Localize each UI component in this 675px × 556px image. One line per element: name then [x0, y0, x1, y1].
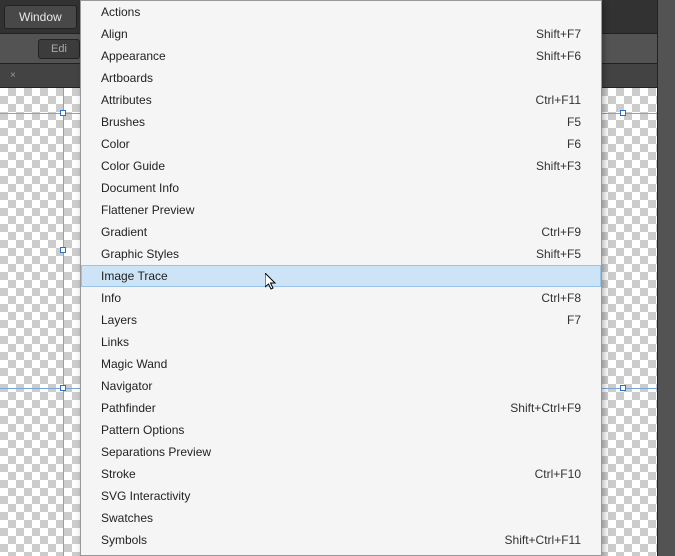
menu-item-shortcut: Shift+F5: [536, 247, 581, 261]
menu-item-pattern-options[interactable]: Pattern Options: [81, 419, 601, 441]
menu-item-pathfinder[interactable]: Pathfinder Shift+Ctrl+F9: [81, 397, 601, 419]
menu-item-label: Info: [101, 291, 121, 305]
menu-item-label: Gradient: [101, 225, 147, 239]
menu-item-svg-interactivity[interactable]: SVG Interactivity: [81, 485, 601, 507]
menu-item-color-guide[interactable]: Color Guide Shift+F3: [81, 155, 601, 177]
menu-item-attributes[interactable]: Attributes Ctrl+F11: [81, 89, 601, 111]
menu-item-shortcut: Ctrl+F10: [535, 467, 581, 481]
menu-item-label: Image Trace: [101, 269, 168, 283]
menu-item-actions[interactable]: Actions: [81, 1, 601, 23]
menu-item-label: SVG Interactivity: [101, 489, 190, 503]
menu-item-label: Symbols: [101, 533, 147, 547]
close-icon[interactable]: ×: [10, 70, 16, 81]
menu-item-label: Attributes: [101, 93, 152, 107]
menu-item-label: Flattener Preview: [101, 203, 194, 217]
menu-item-label: Stroke: [101, 467, 136, 481]
menu-item-shortcut: Shift+Ctrl+F9: [510, 401, 581, 415]
menu-item-label: Navigator: [101, 379, 152, 393]
menu-item-label: Layers: [101, 313, 137, 327]
menu-item-document-info[interactable]: Document Info: [81, 177, 601, 199]
menu-item-shortcut: Ctrl+F11: [536, 93, 581, 107]
menu-item-label: Magic Wand: [101, 357, 167, 371]
menu-item-shortcut: F5: [567, 115, 581, 129]
menu-item-magic-wand[interactable]: Magic Wand: [81, 353, 601, 375]
menu-item-shortcut: Shift+Ctrl+F11: [505, 533, 581, 547]
menu-item-stroke[interactable]: Stroke Ctrl+F10: [81, 463, 601, 485]
window-menu-button[interactable]: Window: [4, 5, 77, 29]
menu-item-shortcut: Shift+F7: [536, 27, 581, 41]
menu-item-label: Color: [101, 137, 130, 151]
menu-item-color[interactable]: Color F6: [81, 133, 601, 155]
menu-item-gradient[interactable]: Gradient Ctrl+F9: [81, 221, 601, 243]
menu-item-artboards[interactable]: Artboards: [81, 67, 601, 89]
edit-button[interactable]: Edi: [38, 39, 80, 59]
menu-item-label: Graphic Styles: [101, 247, 179, 261]
menu-item-label: Align: [101, 27, 128, 41]
menu-item-image-trace[interactable]: Image Trace: [81, 265, 601, 287]
menu-item-label: Appearance: [101, 49, 166, 63]
menu-item-shortcut: Shift+F6: [536, 49, 581, 63]
menu-item-label: Artboards: [101, 71, 153, 85]
menu-item-shortcut: F7: [567, 313, 581, 327]
menu-item-brushes[interactable]: Brushes F5: [81, 111, 601, 133]
menu-item-shortcut: Ctrl+F8: [541, 291, 581, 305]
right-panel-strip: [657, 0, 675, 556]
menu-item-shortcut: Ctrl+F9: [541, 225, 581, 239]
menu-item-label: Separations Preview: [101, 445, 211, 459]
menu-item-label: Links: [101, 335, 129, 349]
menu-item-separations-preview[interactable]: Separations Preview: [81, 441, 601, 463]
menu-item-navigator[interactable]: Navigator: [81, 375, 601, 397]
menu-item-shortcut: Shift+F3: [536, 159, 581, 173]
menu-item-graphic-styles[interactable]: Graphic Styles Shift+F5: [81, 243, 601, 265]
window-dropdown-menu: Actions Align Shift+F7 Appearance Shift+F6 Ar…: [80, 0, 602, 556]
menu-item-label: Document Info: [101, 181, 179, 195]
menu-item-symbols[interactable]: Symbols Shift+Ctrl+F11: [81, 529, 601, 551]
menu-item-links[interactable]: Links: [81, 331, 601, 353]
menu-item-align[interactable]: Align Shift+F7: [81, 23, 601, 45]
menu-item-swatches[interactable]: Swatches: [81, 507, 601, 529]
menu-item-label: Pattern Options: [101, 423, 184, 437]
menu-item-label: Color Guide: [101, 159, 165, 173]
menu-item-flattener-preview[interactable]: Flattener Preview: [81, 199, 601, 221]
document-tab[interactable]: ×: [0, 64, 22, 87]
menu-item-transform[interactable]: TransformShift+F8: [81, 551, 601, 556]
menu-item-layers[interactable]: Layers F7: [81, 309, 601, 331]
menu-item-shortcut: F6: [567, 137, 581, 151]
menu-item-label: Actions: [101, 5, 140, 19]
menu-item-appearance[interactable]: Appearance Shift+F6: [81, 45, 601, 67]
menu-item-info[interactable]: Info Ctrl+F8: [81, 287, 601, 309]
menu-item-label: Pathfinder: [101, 401, 156, 415]
menu-item-label: Swatches: [101, 511, 153, 525]
menu-item-label: Brushes: [101, 115, 145, 129]
